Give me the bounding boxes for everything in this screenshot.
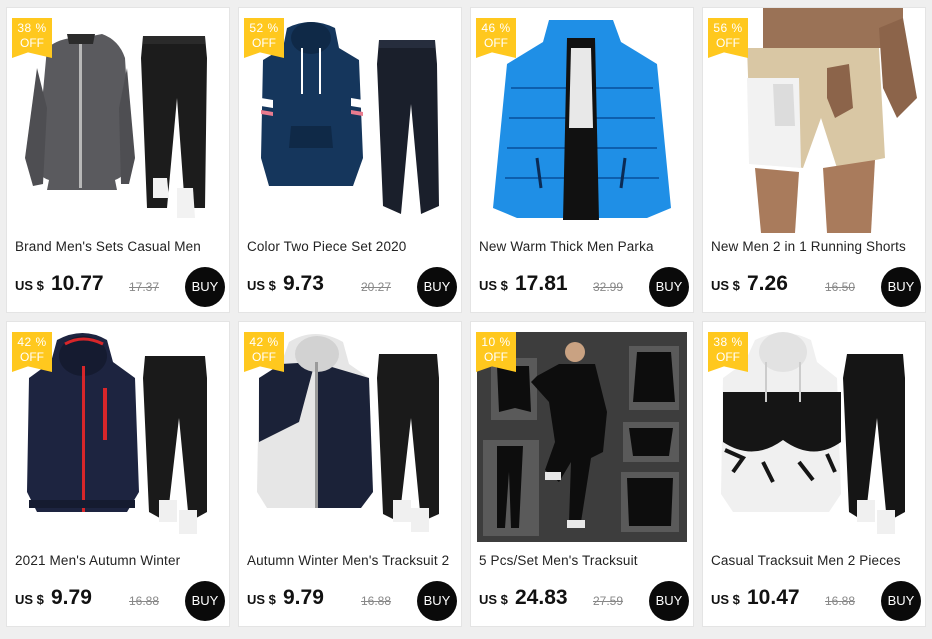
product-image[interactable]: 52 % OFF	[239, 8, 461, 233]
product-image[interactable]: 56 % OFF	[703, 8, 925, 233]
buy-button[interactable]: BUY	[417, 267, 457, 307]
price-row: US $ 9.73 20.27 BUY	[247, 267, 459, 307]
discount-off-label: OFF	[484, 350, 508, 364]
price-row: US $ 9.79 16.88 BUY	[15, 581, 227, 621]
discount-badge: 52 % OFF	[244, 18, 284, 58]
product-title[interactable]: 5 Pcs/Set Men's Tracksuit	[479, 553, 691, 568]
original-price: 16.88	[129, 594, 160, 608]
discount-badge: 42 % OFF	[244, 332, 284, 372]
product-title[interactable]: New Warm Thick Men Parka	[479, 239, 691, 254]
original-price: 16.50	[825, 280, 856, 294]
product-title[interactable]: Brand Men's Sets Casual Men	[15, 239, 227, 254]
sale-price: 24.83	[515, 586, 568, 609]
discount-off-label: OFF	[252, 350, 276, 364]
product-card[interactable]: 42 % OFF Autumn Winter Men's Tracksuit 2…	[238, 321, 462, 627]
buy-button[interactable]: BUY	[649, 581, 689, 621]
discount-badge: 38 % OFF	[12, 18, 52, 58]
price-row: US $ 24.83 27.59 BUY	[479, 581, 691, 621]
discount-percent: 52 %	[249, 21, 279, 35]
original-price: 27.59	[593, 594, 624, 608]
currency-label: US $	[479, 278, 508, 293]
price-row: US $ 10.47 16.88 BUY	[711, 581, 923, 621]
discount-off-label: OFF	[20, 36, 44, 50]
discount-badge: 46 % OFF	[476, 18, 516, 58]
currency-label: US $	[711, 278, 740, 293]
discount-badge: 56 % OFF	[708, 18, 748, 58]
product-card[interactable]: 46 % OFF New Warm Thick Men Parka US $ 1…	[470, 7, 694, 313]
discount-badge: 42 % OFF	[12, 332, 52, 372]
sale-price: 10.47	[747, 586, 800, 609]
product-image[interactable]: 38 % OFF	[7, 8, 229, 233]
discount-percent: 56 %	[713, 21, 743, 35]
product-card[interactable]: 38 % OFF Brand Men's Sets Casual Men US …	[6, 7, 230, 313]
discount-percent: 42 %	[17, 335, 47, 349]
original-price: 16.88	[361, 594, 392, 608]
price-row: US $ 10.77 17.37 BUY	[15, 267, 227, 307]
product-card[interactable]: 42 % OFF 2021 Men's Autumn Winter US $ 9…	[6, 321, 230, 627]
buy-button[interactable]: BUY	[185, 267, 225, 307]
discount-off-label: OFF	[252, 36, 276, 50]
price-row: US $ 17.81 32.99 BUY	[479, 267, 691, 307]
product-title[interactable]: 2021 Men's Autumn Winter	[15, 553, 227, 568]
currency-label: US $	[711, 592, 740, 607]
product-title[interactable]: Autumn Winter Men's Tracksuit 2	[247, 553, 459, 568]
currency-label: US $	[247, 278, 276, 293]
product-card[interactable]: 10 % OFF 5 Pcs/Set Men's Tracksuit US $ …	[470, 321, 694, 627]
discount-percent: 38 %	[713, 335, 743, 349]
discount-percent: 38 %	[17, 21, 47, 35]
currency-label: US $	[479, 592, 508, 607]
currency-label: US $	[247, 592, 276, 607]
product-grid: 38 % OFF Brand Men's Sets Casual Men US …	[6, 7, 928, 631]
price-row: US $ 9.79 16.88 BUY	[247, 581, 459, 621]
discount-off-label: OFF	[484, 36, 508, 50]
product-title[interactable]: Color Two Piece Set 2020	[247, 239, 459, 254]
discount-percent: 46 %	[481, 21, 511, 35]
discount-percent: 42 %	[249, 335, 279, 349]
buy-button[interactable]: BUY	[185, 581, 225, 621]
discount-off-label: OFF	[716, 36, 740, 50]
discount-off-label: OFF	[20, 350, 44, 364]
buy-button[interactable]: BUY	[417, 581, 457, 621]
original-price: 17.37	[129, 280, 160, 294]
product-image[interactable]: 42 % OFF	[239, 322, 461, 547]
sale-price: 9.79	[283, 586, 324, 609]
product-image[interactable]: 46 % OFF	[471, 8, 693, 233]
discount-off-label: OFF	[716, 350, 740, 364]
price-row: US $ 7.26 16.50 BUY	[711, 267, 923, 307]
sale-price: 17.81	[515, 272, 568, 295]
sale-price: 9.79	[51, 586, 92, 609]
product-title[interactable]: New Men 2 in 1 Running Shorts	[711, 239, 923, 254]
sale-price: 9.73	[283, 272, 324, 295]
original-price: 32.99	[593, 280, 624, 294]
buy-button[interactable]: BUY	[881, 267, 921, 307]
discount-badge: 10 % OFF	[476, 332, 516, 372]
currency-label: US $	[15, 592, 44, 607]
discount-percent: 10 %	[481, 335, 511, 349]
discount-badge: 38 % OFF	[708, 332, 748, 372]
product-image[interactable]: 42 % OFF	[7, 322, 229, 547]
product-image[interactable]: 10 % OFF	[471, 322, 693, 547]
sale-price: 10.77	[51, 272, 104, 295]
product-image[interactable]: 38 % OFF	[703, 322, 925, 547]
sale-price: 7.26	[747, 272, 788, 295]
original-price: 20.27	[361, 280, 392, 294]
buy-button[interactable]: BUY	[649, 267, 689, 307]
product-card[interactable]: 38 % OFF Casual Tracksuit Men 2 Pieces U…	[702, 321, 926, 627]
product-card[interactable]: 52 % OFF Color Two Piece Set 2020 US $ 9…	[238, 7, 462, 313]
product-card[interactable]: 56 % OFF New Men 2 in 1 Running Shorts U…	[702, 7, 926, 313]
buy-button[interactable]: BUY	[881, 581, 921, 621]
product-title[interactable]: Casual Tracksuit Men 2 Pieces	[711, 553, 923, 568]
original-price: 16.88	[825, 594, 856, 608]
currency-label: US $	[15, 278, 44, 293]
